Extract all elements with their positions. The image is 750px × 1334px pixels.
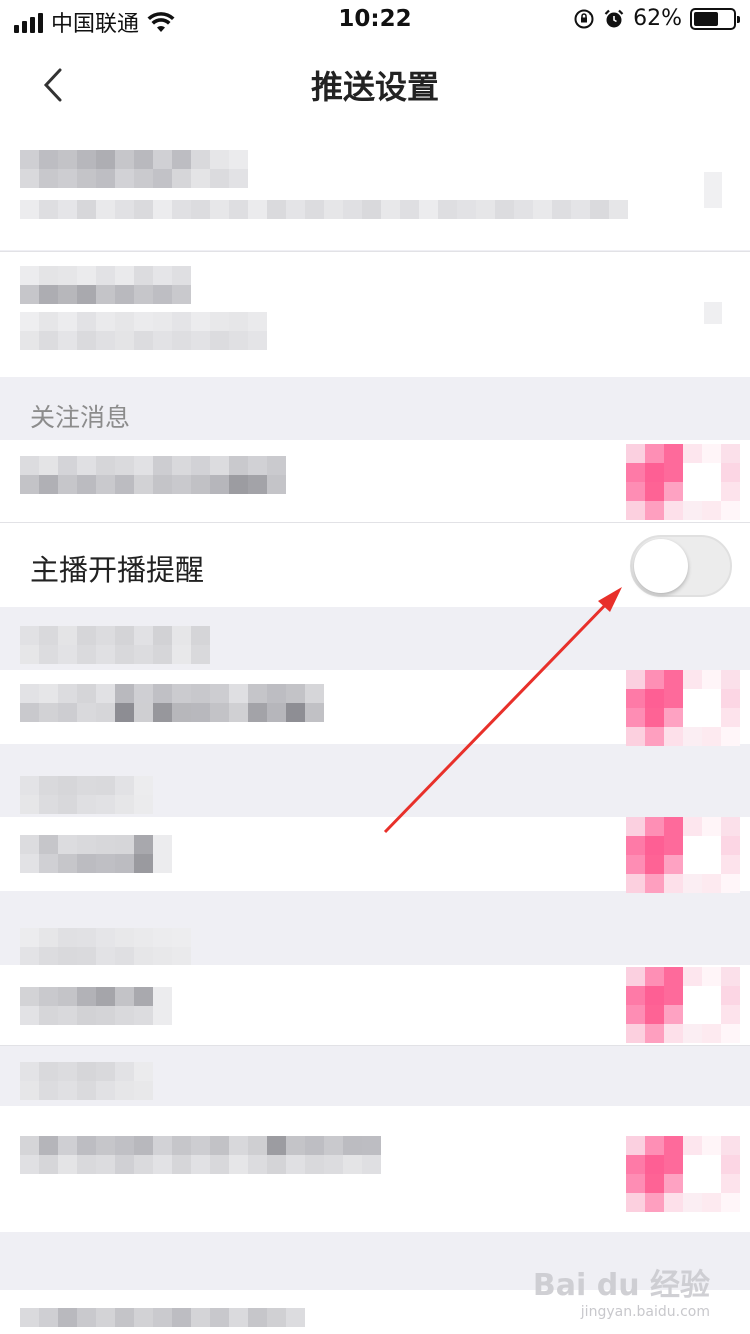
pixelated-chevron (704, 302, 722, 324)
pixelated-text (20, 456, 286, 494)
settings-row-blurred (0, 670, 750, 746)
toggle-switch-blurred[interactable] (626, 444, 740, 520)
navigation-bar: 推送设置 (0, 40, 750, 130)
toggle-switch-blurred[interactable] (626, 1136, 740, 1212)
watermark-url: jingyan.baidu.com (580, 1304, 710, 1320)
live-reminder-row: 主播开播提醒 (0, 523, 750, 607)
pixelated-subtext (20, 312, 267, 350)
toggle-switch-blurred[interactable] (626, 670, 740, 746)
settings-row-blurred[interactable] (0, 130, 750, 250)
divider (0, 1045, 750, 1046)
battery-percent: 62% (633, 6, 682, 31)
settings-row-blurred[interactable] (0, 252, 750, 377)
orientation-lock-icon (574, 9, 594, 28)
pixelated-text (20, 835, 172, 873)
battery-icon (690, 7, 740, 30)
watermark-brand: Bai du 经验 (532, 1268, 710, 1303)
pixelated-section-header (20, 626, 210, 664)
section-header-follow: 关注消息 (30, 403, 131, 432)
toggle-knob (634, 539, 688, 593)
settings-row-blurred (0, 440, 750, 522)
toggle-switch-blurred[interactable] (626, 817, 740, 893)
pixelated-text (20, 1136, 381, 1174)
settings-row-blurred (0, 1106, 750, 1232)
status-bar: 中国联通 10:22 62% (0, 0, 750, 40)
watermark: Bai du 经验 jingyan.baidu.com (533, 1260, 710, 1320)
pixelated-subtext (20, 200, 628, 219)
pixelated-chevron (704, 172, 722, 208)
pixelated-section-header (20, 1062, 153, 1100)
live-reminder-toggle[interactable] (630, 535, 732, 597)
pixelated-section-header (20, 928, 191, 966)
pixelated-text (20, 150, 248, 188)
alarm-icon (604, 9, 624, 27)
settings-row-blurred (0, 817, 750, 893)
live-reminder-label: 主播开播提醒 (30, 553, 205, 587)
page-title: 推送设置 (310, 68, 439, 106)
pixelated-text (20, 266, 191, 304)
pixelated-text (20, 1308, 305, 1327)
pixelated-text (20, 987, 172, 1025)
pixelated-section-header (20, 776, 153, 814)
settings-row-blurred (0, 965, 750, 1045)
toggle-switch-blurred[interactable] (626, 967, 740, 1043)
pixelated-text (20, 684, 324, 722)
